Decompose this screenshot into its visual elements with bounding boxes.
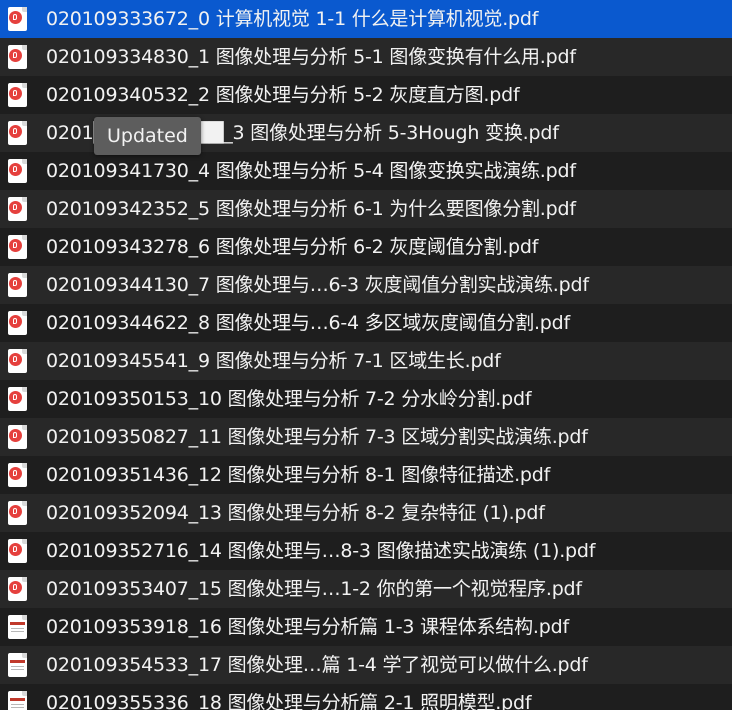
file-name: 020109343278_6 图像处理与分析 6-2 灰度阈值分割.pdf (46, 236, 539, 258)
file-row[interactable]: 020109354533_17 图像处理…篇 1-4 学了视觉可以做什么.pdf (0, 646, 732, 684)
file-row[interactable]: 020109334830_1 图像处理与分析 5-1 图像变换有什么用.pdf (0, 38, 732, 76)
pdf-icon (8, 83, 27, 107)
file-row[interactable]: 020109355336_18 图像处理与分析篇 2-1 照明模型.pdf (0, 684, 732, 710)
pdf-icon (8, 7, 27, 31)
pdf-icon (8, 501, 27, 525)
file-row[interactable]: 020109344622_8 图像处理与…6-4 多区域灰度阈值分割.pdf (0, 304, 732, 342)
file-row[interactable]: 020109352716_14 图像处理与…8-3 图像描述实战演练 (1).p… (0, 532, 732, 570)
file-row[interactable]: 020109345541_9 图像处理与分析 7-1 区域生长.pdf (0, 342, 732, 380)
file-name: 020109340532_2 图像处理与分析 5-2 灰度直方图.pdf (46, 84, 520, 106)
file-name: 020109334830_1 图像处理与分析 5-1 图像变换有什么用.pdf (46, 46, 576, 68)
pdf-icon (8, 235, 27, 259)
file-row[interactable]: 020109352094_13 图像处理与分析 8-2 复杂特征 (1).pdf (0, 494, 732, 532)
file-row[interactable]: 020109350827_11 图像处理与分析 7-3 区域分割实战演练.pdf (0, 418, 732, 456)
file-name: 020109344130_7 图像处理与…6-3 灰度阈值分割实战演练.pdf (46, 274, 589, 296)
file-name: 020109355336_18 图像处理与分析篇 2-1 照明模型.pdf (46, 692, 532, 710)
document-icon (8, 691, 27, 710)
file-name: 020109341730_4 图像处理与分析 5-4 图像变换实战演练.pdf (46, 160, 576, 182)
file-name: 020109333672_0 计算机视觉 1-1 什么是计算机视觉.pdf (46, 8, 539, 30)
file-name: 020109344622_8 图像处理与…6-4 多区域灰度阈值分割.pdf (46, 312, 571, 334)
file-row[interactable]: 020109344130_7 图像处理与…6-3 灰度阈值分割实战演练.pdf (0, 266, 732, 304)
pdf-icon (8, 273, 27, 297)
pdf-icon (8, 577, 27, 601)
file-row[interactable]: 020109341730_4 图像处理与分析 5-4 图像变换实战演练.pdf (0, 152, 732, 190)
file-name: 020109352716_14 图像处理与…8-3 图像描述实战演练 (1).p… (46, 540, 596, 562)
file-row[interactable]: 020109340532_2 图像处理与分析 5-2 灰度直方图.pdf (0, 76, 732, 114)
file-row[interactable]: 020109342352_5 图像处理与分析 6-1 为什么要图像分割.pdf (0, 190, 732, 228)
file-name: 020109353918_16 图像处理与分析篇 1-3 课程体系结构.pdf (46, 616, 569, 638)
pdf-icon (8, 425, 27, 449)
file-row[interactable]: 020109351436_12 图像处理与分析 8-1 图像特征描述.pdf (0, 456, 732, 494)
pdf-icon (8, 121, 27, 145)
file-name: 020109350153_10 图像处理与分析 7-2 分水岭分割.pdf (46, 388, 532, 410)
pdf-icon (8, 463, 27, 487)
tooltip: Updated (94, 117, 201, 155)
pdf-icon (8, 159, 27, 183)
pdf-icon (8, 45, 27, 69)
file-row[interactable]: 020109350153_10 图像处理与分析 7-2 分水岭分割.pdf (0, 380, 732, 418)
file-name: 020109354533_17 图像处理…篇 1-4 学了视觉可以做什么.pdf (46, 654, 588, 676)
pdf-icon (8, 349, 27, 373)
document-icon (8, 653, 27, 677)
file-name: 020109342352_5 图像处理与分析 6-1 为什么要图像分割.pdf (46, 198, 576, 220)
file-name: 020109352094_13 图像处理与分析 8-2 复杂特征 (1).pdf (46, 502, 545, 524)
pdf-icon (8, 311, 27, 335)
pdf-icon (8, 197, 27, 221)
file-name: 020109350827_11 图像处理与分析 7-3 区域分割实战演练.pdf (46, 426, 588, 448)
document-icon (8, 615, 27, 639)
pdf-icon (8, 387, 27, 411)
file-row[interactable]: 020109333672_0 计算机视觉 1-1 什么是计算机视觉.pdf (0, 0, 732, 38)
file-name: 020109351436_12 图像处理与分析 8-1 图像特征描述.pdf (46, 464, 551, 486)
file-row[interactable]: 020109353918_16 图像处理与分析篇 1-3 课程体系结构.pdf (0, 608, 732, 646)
file-name: 020109345541_9 图像处理与分析 7-1 区域生长.pdf (46, 350, 501, 372)
file-row[interactable]: 020109353407_15 图像处理与…1-2 你的第一个视觉程序.pdf (0, 570, 732, 608)
file-name: 020109353407_15 图像处理与…1-2 你的第一个视觉程序.pdf (46, 578, 582, 600)
file-row[interactable]: 020109343278_6 图像处理与分析 6-2 灰度阈值分割.pdf (0, 228, 732, 266)
file-list: 020109333672_0 计算机视觉 1-1 什么是计算机视觉.pdf 020… (0, 0, 732, 710)
pdf-icon (8, 539, 27, 563)
